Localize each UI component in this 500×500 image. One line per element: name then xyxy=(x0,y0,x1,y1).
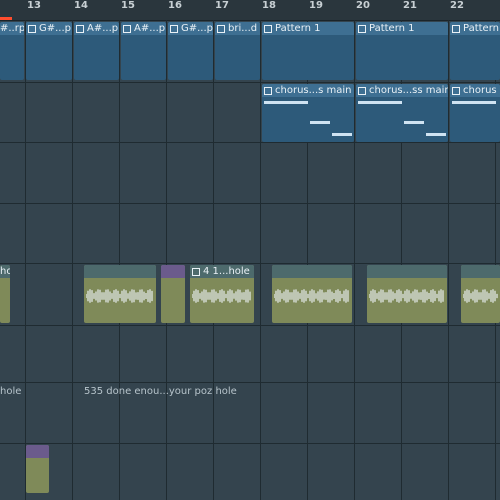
pattern-icon xyxy=(170,24,178,33)
pattern-clip[interactable]: chorus...ss main xyxy=(356,84,448,142)
bar-number: 16 xyxy=(168,0,182,11)
audio-clip[interactable] xyxy=(84,265,156,323)
bar-number: 18 xyxy=(262,0,276,11)
waveform xyxy=(274,288,350,304)
pattern-icon xyxy=(452,86,460,95)
grid-line xyxy=(448,20,449,500)
pattern-clip[interactable]: Pattern 1 xyxy=(356,22,448,80)
clip-label: hole xyxy=(0,386,22,397)
pattern-icon xyxy=(452,24,460,33)
waveform xyxy=(463,288,498,304)
audio-clip[interactable]: 4 1...hole xyxy=(190,265,254,323)
bar-number: 21 xyxy=(403,0,417,11)
playhead-marker[interactable] xyxy=(0,17,12,20)
pattern-icon xyxy=(28,24,36,33)
pattern-clip[interactable]: #..rp xyxy=(0,22,24,80)
pattern-icon xyxy=(358,86,366,95)
clip-label: 4 1...hole xyxy=(203,266,250,277)
pattern-notes xyxy=(0,35,24,80)
audio-clip[interactable] xyxy=(26,445,49,493)
track-separator xyxy=(0,82,500,83)
grid-line xyxy=(260,20,261,500)
clip-label: #..rp xyxy=(0,23,24,34)
audio-clip[interactable] xyxy=(272,265,352,323)
pattern-icon xyxy=(264,24,272,33)
track-separator xyxy=(0,263,500,264)
grid-line xyxy=(213,20,214,500)
pattern-icon xyxy=(264,86,272,95)
pattern-clip[interactable]: chorus xyxy=(450,84,500,142)
clip-label: A#...p xyxy=(87,23,119,34)
clip-label: chorus...ss main xyxy=(369,85,448,96)
timeline-ruler[interactable]: 13 14 15 16 17 18 19 20 21 22 xyxy=(0,0,500,21)
clip-label: G#...p xyxy=(39,23,72,34)
clip-label: Pattern 1 xyxy=(369,23,415,34)
waveform xyxy=(369,288,445,304)
clip-header: #..rp xyxy=(0,22,24,35)
grid-line xyxy=(166,20,167,500)
clip-label[interactable]: 535 done enou...your poz hole xyxy=(84,386,237,397)
audio-clip[interactable]: hole xyxy=(0,265,10,323)
pattern-clip[interactable]: G#...p xyxy=(168,22,213,80)
bar-number: 22 xyxy=(450,0,464,11)
waveform xyxy=(86,288,154,304)
grid-line xyxy=(72,20,73,500)
bar-number: 14 xyxy=(74,0,88,11)
track-separator xyxy=(0,203,500,204)
pattern-icon xyxy=(217,24,225,33)
audio-clip[interactable] xyxy=(161,265,185,323)
pattern-icon xyxy=(123,24,131,33)
clip-label: G#...p xyxy=(181,23,213,34)
audio-clip[interactable] xyxy=(367,265,447,323)
pattern-clip[interactable]: A#...p xyxy=(121,22,166,80)
bar-number: 17 xyxy=(215,0,229,11)
clip-label: bri...d xyxy=(228,23,258,34)
pattern-clip[interactable]: chorus...s main xyxy=(262,84,354,142)
track-separator xyxy=(0,382,500,383)
audio-clip[interactable] xyxy=(461,265,500,323)
clip-label: Pattern 1 xyxy=(275,23,321,34)
grid-line xyxy=(354,20,355,500)
pattern-clip[interactable]: Pattern 1 xyxy=(450,22,500,80)
clip-label: chorus...s main xyxy=(275,85,352,96)
grid-line xyxy=(25,20,26,500)
pattern-clip[interactable]: G#...p xyxy=(26,22,72,80)
bar-number: 13 xyxy=(27,0,41,11)
waveform xyxy=(192,288,252,304)
clip-label: A#...p xyxy=(134,23,166,34)
track-separator xyxy=(0,443,500,444)
track-separator xyxy=(0,142,500,143)
clip-label: chorus xyxy=(463,85,497,96)
pattern-icon xyxy=(76,24,84,33)
grid-line xyxy=(119,20,120,500)
audio-icon xyxy=(192,267,200,276)
pattern-icon xyxy=(358,24,366,33)
bar-number: 19 xyxy=(309,0,323,11)
pattern-clip[interactable]: A#...p xyxy=(74,22,119,80)
pattern-clip[interactable]: bri...d xyxy=(215,22,260,80)
bar-number: 20 xyxy=(356,0,370,11)
pattern-clip[interactable]: Pattern 1 xyxy=(262,22,354,80)
bar-number: 15 xyxy=(121,0,135,11)
clip-label: hole xyxy=(0,266,10,277)
track-separator xyxy=(0,325,500,326)
clip-label: Pattern 1 xyxy=(463,23,500,34)
